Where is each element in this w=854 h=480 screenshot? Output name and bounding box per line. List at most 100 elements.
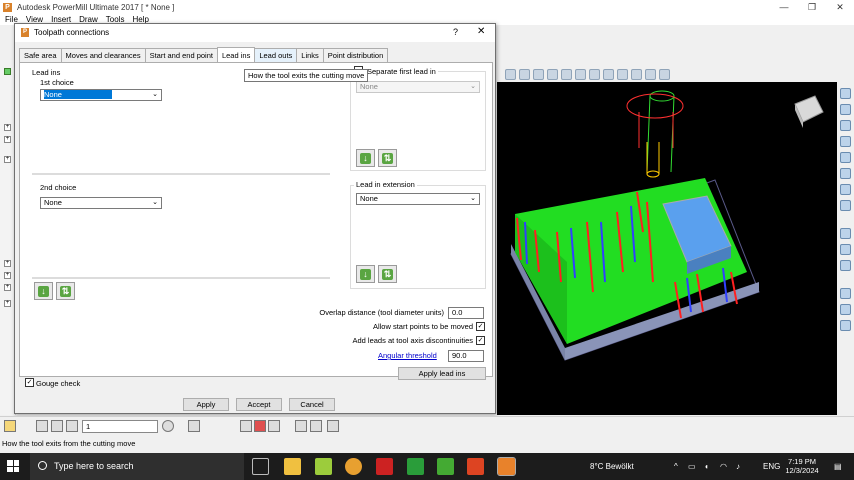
- close-icon[interactable]: [327, 420, 339, 432]
- separate-first-select[interactable]: None ⌄: [356, 81, 480, 93]
- expand-icon[interactable]: +: [4, 136, 11, 143]
- view-top-icon[interactable]: [519, 68, 530, 80]
- render-icon[interactable]: [645, 68, 656, 80]
- swap-lead-in-button[interactable]: ⇅: [56, 282, 75, 300]
- 3d-viewport[interactable]: [497, 82, 837, 415]
- apply-lead-ins-button[interactable]: Apply lead ins: [398, 367, 486, 380]
- app-icon[interactable]: [467, 458, 484, 475]
- view-icon[interactable]: [840, 88, 851, 99]
- cut-icon[interactable]: [310, 420, 322, 432]
- maximize-icon[interactable]: ❐: [798, 0, 826, 14]
- angular-threshold-link[interactable]: Angular threshold: [378, 351, 437, 360]
- view-icon[interactable]: [840, 104, 851, 115]
- extension-select[interactable]: None ⌄: [356, 193, 480, 205]
- help-icon[interactable]: ?: [453, 27, 458, 37]
- close-icon[interactable]: ✕: [477, 26, 485, 37]
- view-icon[interactable]: [840, 136, 851, 147]
- shading-icon[interactable]: [840, 228, 851, 239]
- weather[interactable]: 8°C Bewölkt: [590, 453, 634, 480]
- globe-icon[interactable]: [840, 260, 851, 271]
- swap-first-lead-in-button[interactable]: ⇅: [378, 149, 397, 167]
- pan-icon[interactable]: [589, 68, 600, 80]
- copy-extension-button[interactable]: ↓: [356, 265, 375, 283]
- tab-moves-and-clearances[interactable]: Moves and clearances: [60, 48, 146, 62]
- measure-icon[interactable]: [840, 320, 851, 331]
- grid-icon[interactable]: [66, 420, 78, 432]
- expand-icon[interactable]: +: [4, 260, 11, 267]
- chrome-icon[interactable]: [345, 458, 362, 475]
- accept-button[interactable]: Accept: [236, 398, 282, 411]
- tray-chevron-icon[interactable]: ^: [674, 453, 678, 480]
- view-front-icon[interactable]: [505, 68, 516, 80]
- app-icon[interactable]: [437, 458, 454, 475]
- language-indicator[interactable]: ENG: [763, 453, 780, 480]
- explorer-toolpath-icon[interactable]: [4, 68, 11, 75]
- powermill-taskbar-icon[interactable]: [497, 457, 516, 476]
- apply-button[interactable]: Apply: [183, 398, 229, 411]
- angular-threshold-input[interactable]: 90.0: [448, 350, 484, 362]
- transform-icon[interactable]: [240, 420, 252, 432]
- app-icon[interactable]: [315, 458, 332, 475]
- first-choice-select[interactable]: None ⌄: [40, 89, 162, 101]
- network-icon[interactable]: ▭: [688, 453, 696, 480]
- swap-extension-button[interactable]: ⇅: [378, 265, 397, 283]
- grid-icon[interactable]: [36, 420, 48, 432]
- view-icon[interactable]: [840, 152, 851, 163]
- folder-icon[interactable]: [4, 420, 16, 432]
- measure-icon[interactable]: [840, 288, 851, 299]
- view-icon[interactable]: [840, 184, 851, 195]
- tab-lead-outs[interactable]: Lead outs: [254, 48, 298, 62]
- volume-icon[interactable]: ◖: [704, 453, 709, 480]
- wireframe-icon[interactable]: [561, 68, 572, 80]
- expand-icon[interactable]: +: [4, 300, 11, 307]
- second-choice-select[interactable]: None ⌄: [40, 197, 162, 209]
- speaker-icon[interactable]: ♪: [736, 453, 740, 480]
- axis-icon[interactable]: [268, 420, 280, 432]
- app-icon[interactable]: [376, 458, 393, 475]
- copy-first-lead-in-button[interactable]: ↓: [356, 149, 375, 167]
- add-leads-checkbox[interactable]: ✓: [476, 336, 485, 345]
- clock[interactable]: 7:19 PM 12/3/2024: [784, 457, 820, 475]
- expand-icon[interactable]: +: [4, 124, 11, 131]
- expand-icon[interactable]: +: [4, 156, 11, 163]
- settings-icon[interactable]: [659, 68, 670, 80]
- taskbar-search[interactable]: Type here to search: [30, 453, 244, 480]
- app-icon[interactable]: [407, 458, 424, 475]
- view-icon[interactable]: [840, 200, 851, 211]
- tab-links[interactable]: Links: [296, 48, 324, 62]
- rotate-icon[interactable]: [603, 68, 614, 80]
- task-view-icon[interactable]: [252, 458, 269, 475]
- zoom-icon[interactable]: [575, 68, 586, 80]
- view-icon[interactable]: [840, 120, 851, 131]
- allow-start-checkbox[interactable]: ✓: [476, 322, 485, 331]
- measure-icon[interactable]: [617, 68, 628, 80]
- tab-safe-area[interactable]: Safe area: [19, 48, 62, 62]
- gouge-check-checkbox[interactable]: ✓: [25, 378, 34, 387]
- copy-lead-in-button[interactable]: ↓: [34, 282, 53, 300]
- expand-icon[interactable]: +: [4, 284, 11, 291]
- tool-icon[interactable]: [188, 420, 200, 432]
- overlap-distance-input[interactable]: 0.0: [448, 307, 484, 319]
- view-iso-icon[interactable]: [533, 68, 544, 80]
- file-explorer-icon[interactable]: [284, 458, 301, 475]
- shade-icon[interactable]: [547, 68, 558, 80]
- wifi-icon[interactable]: ◠: [720, 453, 727, 480]
- minimize-icon[interactable]: —: [770, 0, 798, 14]
- cancel-button[interactable]: Cancel: [289, 398, 335, 411]
- tab-start-and-end-point[interactable]: Start and end point: [144, 48, 218, 62]
- tab-lead-ins[interactable]: Lead ins: [216, 47, 256, 62]
- measure-icon[interactable]: [840, 304, 851, 315]
- tab-point-distribution[interactable]: Point distribution: [322, 48, 389, 62]
- section-icon[interactable]: [631, 68, 642, 80]
- workplane-select[interactable]: 1: [82, 420, 158, 433]
- stop-icon[interactable]: [254, 420, 266, 432]
- close-icon[interactable]: ✕: [826, 0, 854, 14]
- windows-start-icon[interactable]: [7, 460, 19, 472]
- notification-icon[interactable]: ▤: [834, 453, 842, 480]
- light-icon[interactable]: [840, 244, 851, 255]
- view-icon[interactable]: [840, 168, 851, 179]
- sphere-icon[interactable]: [162, 420, 174, 432]
- pen-icon[interactable]: [295, 420, 307, 432]
- grid-icon[interactable]: [51, 420, 63, 432]
- expand-icon[interactable]: +: [4, 272, 11, 279]
